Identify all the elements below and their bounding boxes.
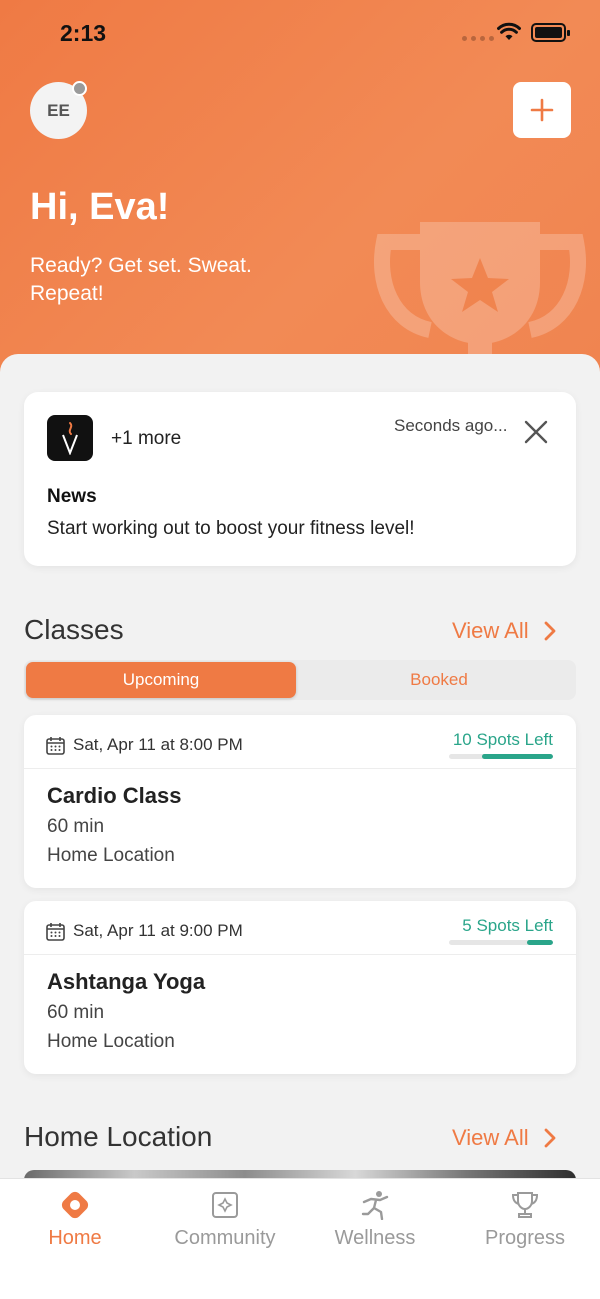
spots-progress-bar [449, 940, 553, 945]
news-more-count[interactable]: +1 more [111, 428, 181, 450]
spots-progress-fill [482, 754, 553, 759]
class-name: Ashtanga Yoga [47, 969, 206, 994]
class-card-header: Sat, Apr 11 at 8:00 PM 10 Spots Left [24, 715, 576, 769]
home-icon [59, 1189, 91, 1221]
flame-logo-icon [62, 422, 78, 455]
class-date: Sat, Apr 11 at 8:00 PM [73, 735, 243, 754]
trophy-background-icon [374, 222, 586, 372]
app-logo [47, 415, 93, 461]
class-name: Cardio Class [47, 783, 182, 808]
class-card-header: Sat, Apr 11 at 9:00 PM 5 Spots Left [24, 901, 576, 955]
plus-icon [530, 98, 554, 122]
calendar-icon [46, 737, 65, 755]
tagline: Ready? Get set. Sweat. Repeat! [30, 254, 252, 305]
header: 2:13 EE Hi, Eva! Ready? Get set. Sweat. … [0, 0, 600, 380]
spots-progress-bar [449, 754, 553, 759]
bottom-tab-bar: Home Community Wellness Progress [0, 1178, 600, 1299]
wellness-icon [359, 1189, 391, 1221]
spots-left: 5 Spots Left [462, 916, 553, 935]
tab-upcoming[interactable]: Upcoming [26, 662, 296, 698]
view-all-label: View All [452, 1125, 529, 1150]
class-location: Home Location [47, 845, 175, 866]
tabbar-label: Home [48, 1227, 102, 1249]
tabbar-label: Wellness [334, 1227, 416, 1249]
avatar-initials: EE [47, 100, 70, 120]
tabbar-label: Progress [484, 1227, 566, 1249]
add-button[interactable] [513, 82, 571, 138]
news-card[interactable]: +1 more Seconds ago... News Start workin… [24, 392, 576, 566]
news-text: Start working out to boost your fitness … [47, 518, 415, 539]
tabbar-label: Community [174, 1227, 276, 1249]
class-duration: 60 min [47, 1002, 105, 1023]
trophy-icon [509, 1189, 541, 1221]
class-duration: 60 min [47, 816, 105, 837]
spots-left: 10 Spots Left [452, 730, 553, 749]
classes-tabs: Upcoming Booked [24, 660, 576, 700]
home-location-title: Home Location [24, 1121, 213, 1152]
wifi-icon [497, 22, 521, 40]
class-card[interactable]: Sat, Apr 11 at 8:00 PM 10 Spots Left Car… [24, 715, 576, 888]
community-icon [209, 1189, 241, 1221]
classes-title: Classes [24, 614, 124, 645]
classes-view-all[interactable]: View All [452, 618, 557, 644]
home-location-view-all[interactable]: View All [452, 1125, 557, 1151]
tabbar-item-home[interactable]: Home [0, 1179, 150, 1299]
close-icon[interactable] [524, 420, 548, 444]
battery-icon [531, 23, 570, 42]
class-date: Sat, Apr 11 at 9:00 PM [73, 921, 243, 940]
signal-dots-icon [462, 36, 494, 41]
greeting: Hi, Eva! [30, 186, 170, 228]
calendar-icon [46, 923, 65, 941]
status-bar: 2:13 [0, 0, 600, 64]
chevron-right-icon [544, 1128, 556, 1148]
chevron-right-icon [544, 621, 556, 641]
tabbar-item-progress[interactable]: Progress [450, 1179, 600, 1299]
avatar-status-dot [72, 81, 87, 96]
tabbar-item-wellness[interactable]: Wellness [300, 1179, 450, 1299]
class-card[interactable]: Sat, Apr 11 at 9:00 PM 5 Spots Left Asht… [24, 901, 576, 1074]
news-title: News [47, 486, 97, 507]
spots-progress-fill [527, 940, 553, 945]
status-time: 2:13 [60, 20, 107, 46]
class-location: Home Location [47, 1031, 175, 1052]
tabbar-item-community[interactable]: Community [150, 1179, 300, 1299]
news-timestamp: Seconds ago... [394, 416, 508, 435]
tab-booked[interactable]: Booked [304, 662, 574, 698]
view-all-label: View All [452, 618, 529, 643]
